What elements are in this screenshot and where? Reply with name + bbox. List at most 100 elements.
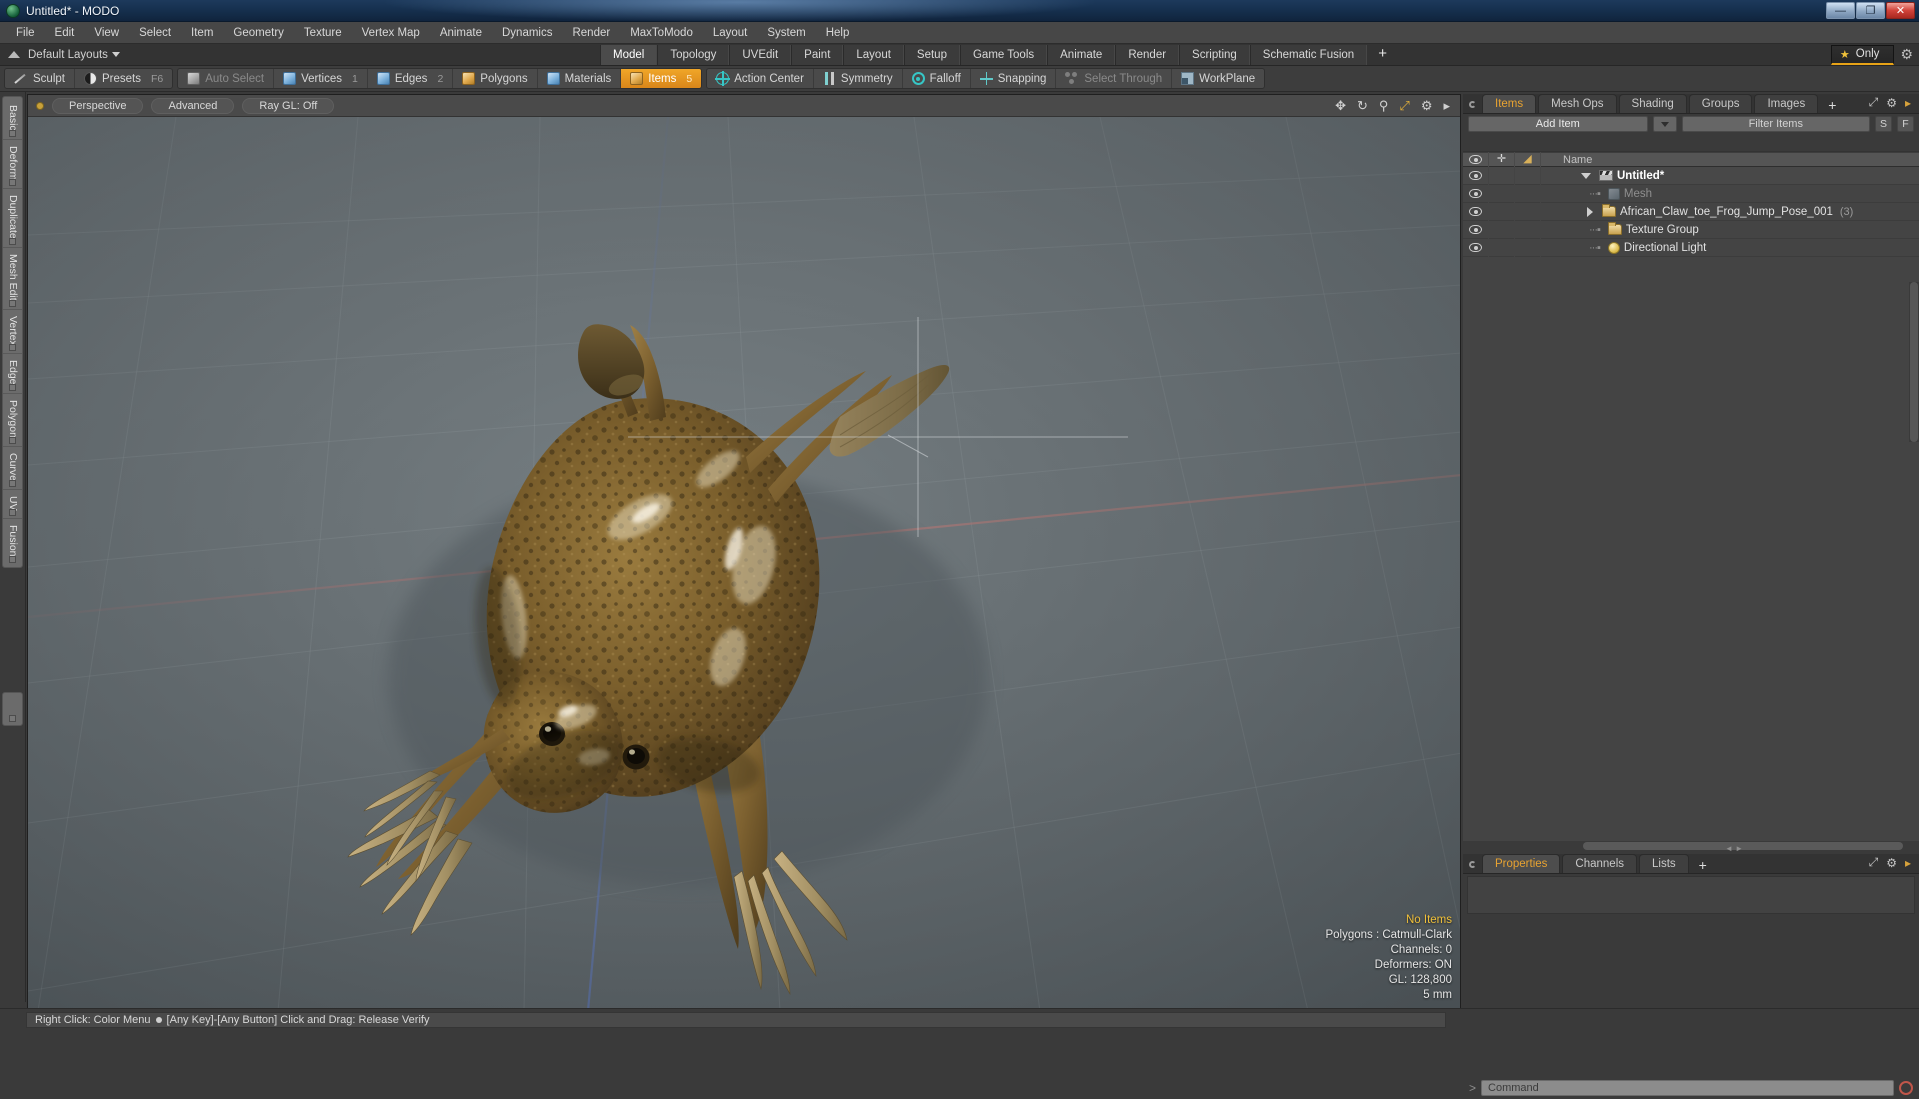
- table-row[interactable]: ···▪ Texture Group: [1463, 221, 1919, 239]
- row-visibility-toggle[interactable]: [1463, 167, 1489, 185]
- row-lock-cell[interactable]: [1489, 203, 1515, 221]
- tab-render[interactable]: Render: [1115, 45, 1179, 65]
- sidebar-item-uv[interactable]: UV: [3, 490, 22, 520]
- row-name-cell[interactable]: African_Claw_toe_Frog_Jump_Pose_001 (3): [1541, 206, 1919, 218]
- tab-images[interactable]: Images: [1754, 94, 1818, 113]
- sidebar-extra-panel-toggle[interactable]: [2, 692, 23, 726]
- menu-geometry[interactable]: Geometry: [223, 24, 294, 42]
- viewport-raygl-button[interactable]: Ray GL: Off: [242, 98, 334, 114]
- command-input[interactable]: Command: [1481, 1080, 1894, 1096]
- select-through-button[interactable]: Select Through: [1056, 69, 1172, 88]
- tab-schematic-fusion[interactable]: Schematic Fusion: [1250, 45, 1367, 65]
- menu-system[interactable]: System: [757, 24, 815, 42]
- sidebar-item-curve[interactable]: Curve: [3, 447, 22, 490]
- panel-menu-dot-icon[interactable]: [1469, 861, 1476, 868]
- close-button[interactable]: ✕: [1886, 2, 1915, 19]
- row-name-cell[interactable]: Untitled*: [1541, 170, 1919, 182]
- falloff-button[interactable]: Falloff: [903, 69, 971, 88]
- chevron-right-icon[interactable]: [1587, 207, 1593, 217]
- tab-animate[interactable]: Animate: [1047, 45, 1115, 65]
- menu-help[interactable]: Help: [816, 24, 860, 42]
- snapping-button[interactable]: Snapping: [971, 69, 1057, 88]
- sidebar-item-polygon[interactable]: Polygon: [3, 394, 22, 447]
- menu-dynamics[interactable]: Dynamics: [492, 24, 562, 42]
- chevron-right-icon[interactable]: ▸: [1443, 99, 1450, 112]
- sidebar-item-duplicate[interactable]: Duplicate: [3, 189, 22, 248]
- menu-render[interactable]: Render: [562, 24, 620, 42]
- add-tab-button[interactable]: +: [1367, 45, 1398, 65]
- gear-icon[interactable]: ⚙: [1886, 96, 1897, 110]
- row-lock-cell[interactable]: [1489, 185, 1515, 203]
- zoom-icon[interactable]: ⚲: [1379, 99, 1389, 112]
- tab-paint[interactable]: Paint: [791, 45, 843, 65]
- tab-scripting[interactable]: Scripting: [1179, 45, 1250, 65]
- sculpt-button[interactable]: Sculpt: [5, 69, 75, 88]
- table-row[interactable]: ···▪ Mesh: [1463, 185, 1919, 203]
- vertices-button[interactable]: Vertices 1: [274, 69, 368, 88]
- table-row[interactable]: ···▪ Directional Light: [1463, 239, 1919, 257]
- chevron-right-icon[interactable]: ▸: [1905, 96, 1911, 110]
- menu-animate[interactable]: Animate: [430, 24, 492, 42]
- fit-icon[interactable]: ⤢: [1399, 99, 1409, 112]
- viewport-menu-dot-icon[interactable]: [36, 102, 44, 110]
- menu-layout[interactable]: Layout: [703, 24, 758, 42]
- tab-mesh-ops[interactable]: Mesh Ops: [1538, 94, 1616, 113]
- gear-icon[interactable]: ⚙: [1886, 856, 1897, 870]
- gear-icon[interactable]: ⚙: [1421, 99, 1433, 112]
- only-button[interactable]: ★ Only: [1831, 45, 1895, 65]
- row-render-cell[interactable]: [1515, 203, 1541, 221]
- row-visibility-toggle[interactable]: [1463, 185, 1489, 203]
- row-lock-cell[interactable]: [1489, 221, 1515, 239]
- items-tree-list[interactable]: ✛ ◢ Name Untitled* ···▪ Mesh: [1463, 151, 1919, 851]
- tab-uvedit[interactable]: UVEdit: [729, 45, 791, 65]
- sidebar-item-vertex[interactable]: Vertex: [3, 310, 22, 355]
- filter-items-input[interactable]: Filter Items: [1682, 116, 1870, 132]
- tab-properties[interactable]: Properties: [1482, 854, 1560, 873]
- menu-vertex-map[interactable]: Vertex Map: [352, 24, 430, 42]
- row-render-cell[interactable]: [1515, 185, 1541, 203]
- materials-button[interactable]: Materials: [538, 69, 622, 88]
- row-render-cell[interactable]: [1515, 239, 1541, 257]
- tab-shading[interactable]: Shading: [1619, 94, 1687, 113]
- panel-menu-dot-icon[interactable]: [1469, 101, 1476, 108]
- sidebar-item-deform[interactable]: Deform: [3, 140, 22, 189]
- add-item-button[interactable]: Add Item: [1468, 116, 1648, 132]
- add-properties-tab-button[interactable]: +: [1691, 857, 1715, 873]
- maximize-button[interactable]: ❐: [1856, 2, 1885, 19]
- row-name-cell[interactable]: ···▪ Texture Group: [1541, 224, 1919, 236]
- tab-topology[interactable]: Topology: [657, 45, 729, 65]
- menu-file[interactable]: File: [6, 24, 45, 42]
- viewport-shading-button[interactable]: Advanced: [151, 98, 234, 114]
- viewport-3d-canvas[interactable]: X Z No Items Polygons : Catmull-Clark Ch…: [28, 117, 1460, 1011]
- action-center-button[interactable]: Action Center: [707, 69, 814, 88]
- tab-groups[interactable]: Groups: [1689, 94, 1753, 113]
- tab-layout[interactable]: Layout: [843, 45, 904, 65]
- workplane-button[interactable]: WorkPlane: [1172, 69, 1264, 88]
- items-vertical-scrollbar[interactable]: [1909, 282, 1919, 442]
- move-icon[interactable]: ✥: [1335, 99, 1346, 112]
- gear-icon[interactable]: ⚙: [1900, 46, 1913, 63]
- sidebar-item-edge[interactable]: Edge: [3, 354, 22, 394]
- presets-button[interactable]: Presets F6: [75, 69, 172, 88]
- polygons-button[interactable]: Polygons: [453, 69, 537, 88]
- table-row[interactable]: Untitled*: [1463, 167, 1919, 185]
- viewport-projection-button[interactable]: Perspective: [52, 98, 143, 114]
- row-render-cell[interactable]: [1515, 221, 1541, 239]
- tab-game-tools[interactable]: Game Tools: [960, 45, 1047, 65]
- row-visibility-toggle[interactable]: [1463, 239, 1489, 257]
- tab-lists[interactable]: Lists: [1639, 854, 1689, 873]
- row-visibility-toggle[interactable]: [1463, 203, 1489, 221]
- sidebar-item-basic[interactable]: Basic: [3, 99, 22, 140]
- add-panel-tab-button[interactable]: +: [1820, 97, 1844, 113]
- menu-view[interactable]: View: [84, 24, 129, 42]
- tab-setup[interactable]: Setup: [904, 45, 960, 65]
- edges-button[interactable]: Edges 2: [368, 69, 453, 88]
- menu-item[interactable]: Item: [181, 24, 223, 42]
- row-lock-cell[interactable]: [1489, 167, 1515, 185]
- table-row[interactable]: African_Claw_toe_Frog_Jump_Pose_001 (3): [1463, 203, 1919, 221]
- sidebar-item-mesh-edit[interactable]: Mesh Edit: [3, 248, 22, 310]
- sidebar-item-fusion[interactable]: Fusion: [3, 519, 22, 565]
- expand-icon[interactable]: ⤢: [1869, 855, 1879, 870]
- menu-select[interactable]: Select: [129, 24, 181, 42]
- menu-maxtomodo[interactable]: MaxToModo: [620, 24, 703, 42]
